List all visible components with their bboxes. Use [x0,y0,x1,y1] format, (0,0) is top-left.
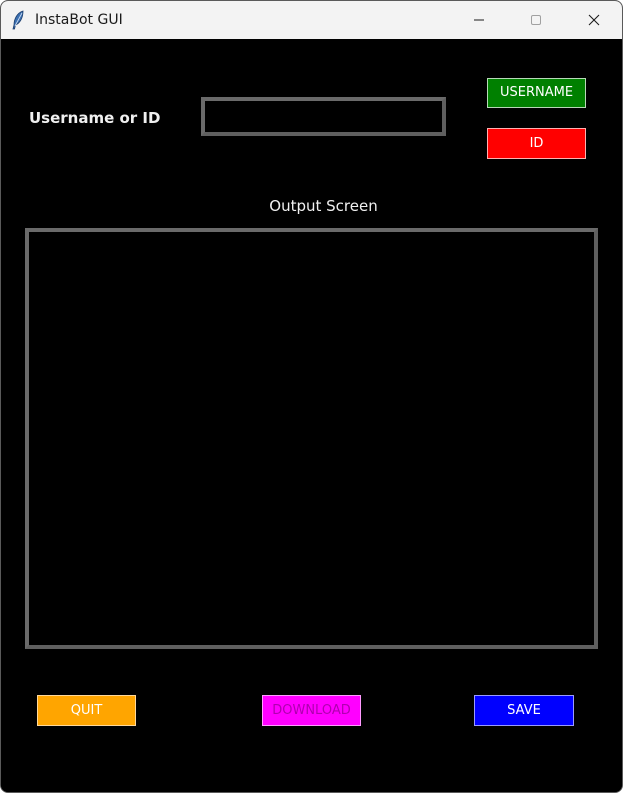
quit-button[interactable]: QUIT [37,695,136,726]
download-button[interactable]: DOWNLOAD [262,695,361,726]
window-title: InstaBot GUI [35,12,123,28]
save-button[interactable]: SAVE [474,695,574,726]
output-screen[interactable] [25,228,598,649]
minimize-button[interactable] [456,1,502,39]
maximize-icon [531,15,541,25]
username-label: Username or ID [29,109,161,127]
minimize-icon [474,19,484,21]
app-window: InstaBot GUI Username or ID USERNAME ID … [0,0,623,793]
feather-icon [11,10,25,30]
close-icon [588,14,600,26]
output-screen-label: Output Screen [269,197,378,215]
close-button[interactable] [571,1,617,39]
username-button[interactable]: USERNAME [487,78,586,108]
maximize-button[interactable] [513,1,559,39]
main-panel: Username or ID USERNAME ID Output Screen… [1,39,622,792]
title-bar[interactable]: InstaBot GUI [1,1,622,39]
id-button[interactable]: ID [487,128,586,159]
username-input[interactable] [201,97,446,136]
